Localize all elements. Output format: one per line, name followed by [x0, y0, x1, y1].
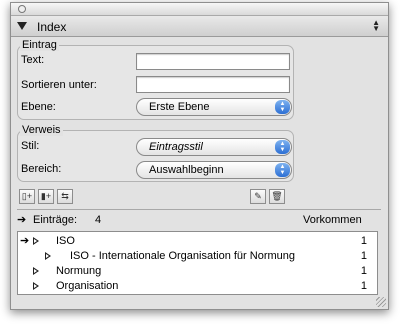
palette-title: Index	[37, 20, 67, 34]
entry-count: 1	[360, 250, 367, 262]
level-popup-value: Erste Ebene	[149, 101, 210, 113]
reference-group: Verweis Stil: Eintragsstil ▲ ▼ Bereich: A…	[17, 124, 294, 182]
list-item[interactable]: Normung 1	[18, 264, 377, 279]
current-entry-arrow-icon: ➔	[20, 235, 30, 247]
entries-count: 4	[95, 214, 102, 226]
edit-pencil-icon: ✎	[254, 191, 262, 201]
popup-arrows-icon[interactable]: ▲ ▼	[372, 19, 380, 33]
level-popup[interactable]: Erste Ebene ▲ ▼	[136, 98, 292, 116]
style-label: Stil:	[21, 140, 40, 152]
style-popup[interactable]: Eintragsstil ▲ ▼	[136, 138, 292, 156]
list-item[interactable]: ➔ ISO 1	[18, 234, 377, 249]
disclosure-triangle-icon[interactable]	[33, 282, 39, 290]
separator	[17, 209, 381, 210]
entry-group: Eintrag Text: Sortieren unter: Ebene: Er…	[17, 39, 294, 120]
entry-count: 1	[360, 235, 367, 247]
sort-label: Sortieren unter:	[21, 79, 97, 91]
add-reference-button[interactable]: ▮+	[38, 189, 54, 204]
entry-count: 1	[360, 280, 367, 292]
palette-titlebar[interactable]	[11, 3, 388, 16]
occurrences-header: Vorkommen	[303, 214, 362, 226]
entries-label: Einträge:	[33, 214, 78, 226]
list-item[interactable]: ISO - Internationale Organisation für No…	[18, 249, 377, 264]
entries-list[interactable]: ➔ ISO 1 ISO - Internationale Organisatio…	[17, 231, 378, 295]
trash-icon: 🗑	[271, 191, 283, 201]
delete-button[interactable]: 🗑	[269, 189, 285, 204]
popup-arrows-icon: ▲ ▼	[275, 163, 290, 177]
style-popup-value: Eintragsstil	[149, 141, 203, 153]
range-popup[interactable]: Auswahlbeginn ▲ ▼	[136, 161, 292, 179]
level-label: Ebene:	[21, 101, 56, 113]
disclosure-triangle-icon[interactable]	[45, 252, 51, 260]
add-reference-icon: ▮+	[40, 191, 52, 201]
range-popup-value: Auswahlbeginn	[149, 164, 224, 176]
index-palette: Index ▲ ▼ Eintrag Text: Sortieren unter: …	[10, 2, 389, 310]
sort-field[interactable]	[136, 76, 290, 93]
text-field[interactable]	[136, 53, 290, 70]
add-entry-icon: ▯+	[21, 191, 33, 201]
range-label: Bereich:	[21, 163, 62, 175]
close-button[interactable]	[18, 5, 26, 13]
entry-count: 1	[360, 265, 367, 277]
edit-button[interactable]: ✎	[250, 189, 266, 204]
collapse-triangle-icon[interactable]	[17, 22, 27, 30]
add-entry-button[interactable]: ▯+	[19, 189, 35, 204]
entry-text: ISO - Internationale Organisation für No…	[70, 250, 296, 262]
disclosure-triangle-icon[interactable]	[33, 267, 39, 275]
list-item[interactable]: Organisation 1	[18, 279, 377, 294]
entry-text: Normung	[56, 265, 102, 277]
resize-grip-icon[interactable]	[376, 297, 386, 307]
text-label: Text:	[21, 54, 45, 66]
edit-reference-icon: ⇆	[61, 191, 69, 201]
entry-text: Organisation	[56, 280, 119, 292]
popup-arrows-icon: ▲ ▼	[275, 100, 290, 114]
entry-group-title: Eintrag	[20, 39, 59, 51]
entries-arrow-icon: ➔	[17, 214, 27, 226]
disclosure-triangle-icon[interactable]	[33, 237, 39, 245]
popup-arrows-icon: ▲ ▼	[275, 140, 290, 154]
edit-reference-button[interactable]: ⇆	[57, 189, 73, 204]
reference-group-title: Verweis	[20, 124, 63, 136]
palette-header[interactable]: Index ▲ ▼	[11, 16, 388, 37]
entry-text: ISO	[56, 235, 75, 247]
